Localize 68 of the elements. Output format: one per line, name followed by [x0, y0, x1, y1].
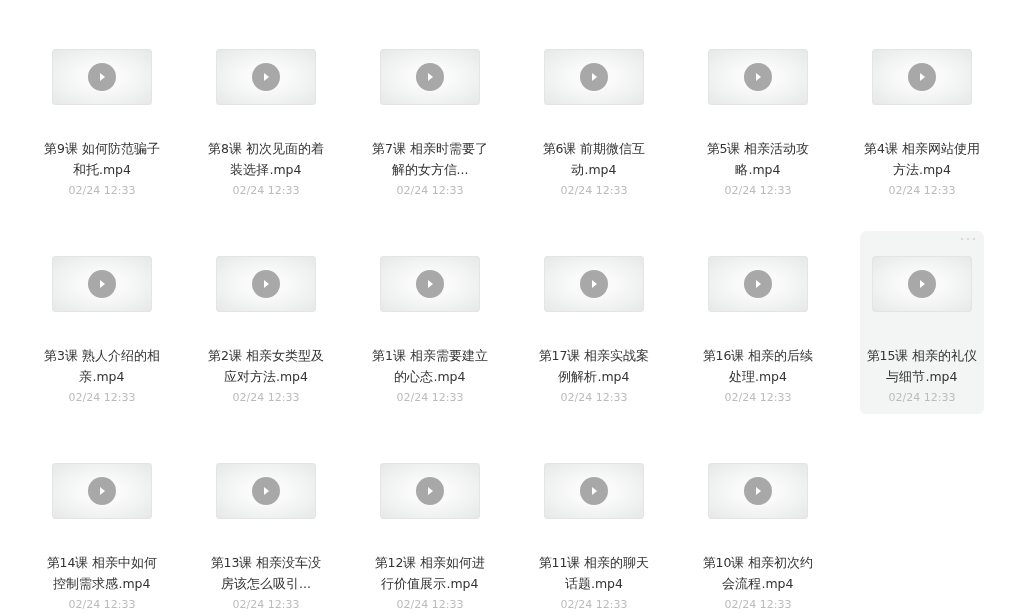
file-card[interactable]: 第4课 相亲网站使用方法.mp4 02/24 12:33: [860, 24, 984, 207]
file-name: 第5课 相亲活动攻略.mp4: [705, 140, 811, 179]
file-card[interactable]: 第6课 前期微信互动.mp4 02/24 12:33: [532, 24, 656, 207]
file-card[interactable]: 第16课 相亲的后续处理.mp4 02/24 12:33: [696, 231, 820, 414]
file-date: 02/24 12:33: [724, 597, 792, 613]
file-card[interactable]: 第15课 相亲的礼仪与细节.mp4 02/24 12:33: [860, 231, 984, 414]
file-name: 第3课 熟人介绍的相亲.mp4: [43, 347, 161, 386]
play-icon: [252, 477, 280, 505]
file-name: 第12课 相亲如何进行价值展示.mp4: [373, 554, 487, 593]
file-name: 第9课 如何防范骗子和托.mp4: [43, 140, 161, 179]
file-date: 02/24 12:33: [68, 390, 136, 406]
file-card[interactable]: 第8课 初次见面的着装选择.mp4 02/24 12:33: [204, 24, 328, 207]
play-icon: [88, 63, 116, 91]
play-icon: [252, 63, 280, 91]
file-name: 第4课 相亲网站使用方法.mp4: [863, 140, 981, 179]
play-icon: [580, 477, 608, 505]
file-name: 第16课 相亲的后续处理.mp4: [701, 347, 815, 386]
file-name: 第7课 相亲时需要了解的女方信...: [371, 140, 489, 179]
file-card[interactable]: 第2课 相亲女类型及应对方法.mp4 02/24 12:33: [204, 231, 328, 414]
file-date: 02/24 12:33: [724, 183, 792, 199]
file-card[interactable]: 第7课 相亲时需要了解的女方信... 02/24 12:33: [368, 24, 492, 207]
file-date: 02/24 12:33: [232, 390, 300, 406]
file-date: 02/24 12:33: [724, 390, 792, 406]
play-icon: [580, 270, 608, 298]
play-icon: [744, 270, 772, 298]
file-date: 02/24 12:33: [232, 183, 300, 199]
file-name: 第15课 相亲的礼仪与细节.mp4: [865, 347, 979, 386]
file-name: 第10课 相亲初次约会流程.mp4: [701, 554, 815, 593]
file-date: 02/24 12:33: [68, 183, 136, 199]
file-date: 02/24 12:33: [888, 183, 956, 199]
play-icon: [744, 63, 772, 91]
play-icon: [744, 477, 772, 505]
file-date: 02/24 12:33: [396, 183, 464, 199]
file-name: 第8课 初次见面的着装选择.mp4: [207, 140, 325, 179]
file-name: 第17课 相亲实战案例解析.mp4: [537, 347, 651, 386]
play-icon: [416, 63, 444, 91]
file-date: 02/24 12:33: [888, 390, 956, 406]
file-name: 第13课 相亲没车没房该怎么吸引...: [209, 554, 323, 593]
file-date: 02/24 12:33: [560, 597, 628, 613]
file-name: 第2课 相亲女类型及应对方法.mp4: [207, 347, 325, 386]
file-name: 第6课 前期微信互动.mp4: [541, 140, 647, 179]
play-icon: [252, 270, 280, 298]
file-card[interactable]: 第9课 如何防范骗子和托.mp4 02/24 12:33: [40, 24, 164, 207]
file-date: 02/24 12:33: [396, 597, 464, 613]
file-card[interactable]: 第3课 熟人介绍的相亲.mp4 02/24 12:33: [40, 231, 164, 414]
file-date: 02/24 12:33: [560, 183, 628, 199]
play-icon: [88, 270, 116, 298]
play-icon: [908, 63, 936, 91]
file-card[interactable]: 第17课 相亲实战案例解析.mp4 02/24 12:33: [532, 231, 656, 414]
file-name: 第14课 相亲中如何控制需求感.mp4: [45, 554, 159, 593]
file-card[interactable]: 第10课 相亲初次约会流程.mp4 02/24 12:33: [696, 438, 820, 614]
play-icon: [908, 270, 936, 298]
file-date: 02/24 12:33: [396, 390, 464, 406]
file-card[interactable]: 第14课 相亲中如何控制需求感.mp4 02/24 12:33: [40, 438, 164, 614]
file-card[interactable]: 第11课 相亲的聊天话题.mp4 02/24 12:33: [532, 438, 656, 614]
play-icon: [416, 477, 444, 505]
file-card[interactable]: 第5课 相亲活动攻略.mp4 02/24 12:33: [696, 24, 820, 207]
file-card[interactable]: 第13课 相亲没车没房该怎么吸引... 02/24 12:33: [204, 438, 328, 614]
file-card[interactable]: 第1课 相亲需要建立的心态.mp4 02/24 12:33: [368, 231, 492, 414]
file-name: 第1课 相亲需要建立的心态.mp4: [371, 347, 489, 386]
file-name: 第11课 相亲的聊天话题.mp4: [537, 554, 651, 593]
play-icon: [416, 270, 444, 298]
file-card[interactable]: 第12课 相亲如何进行价值展示.mp4 02/24 12:33: [368, 438, 492, 614]
file-date: 02/24 12:33: [68, 597, 136, 613]
play-icon: [88, 477, 116, 505]
play-icon: [580, 63, 608, 91]
file-date: 02/24 12:33: [560, 390, 628, 406]
file-date: 02/24 12:33: [232, 597, 300, 613]
